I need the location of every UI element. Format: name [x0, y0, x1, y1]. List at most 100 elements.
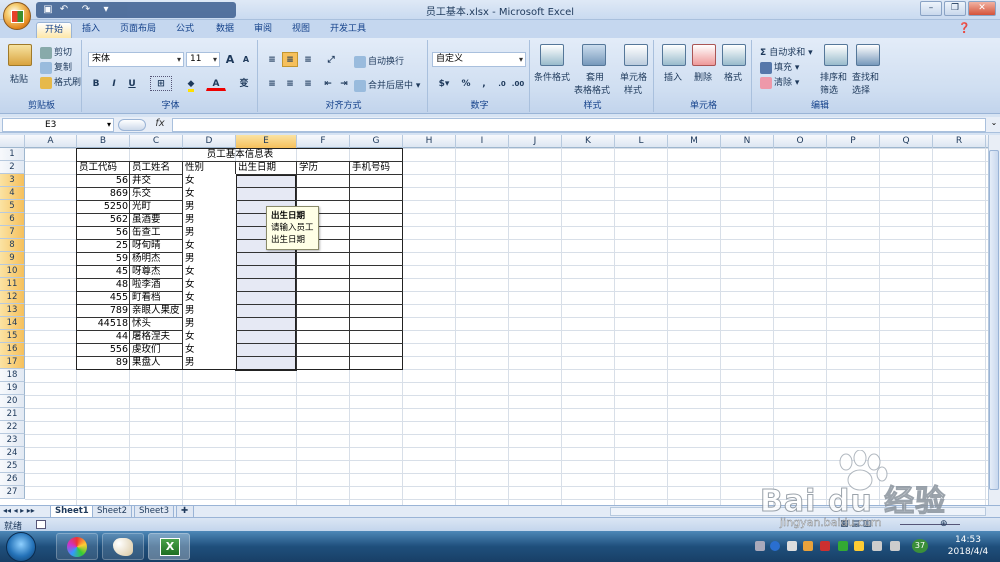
column-header-f[interactable]: F	[297, 135, 350, 148]
italic-button[interactable]: I	[106, 76, 122, 91]
select-all-corner[interactable]	[0, 135, 25, 148]
formula-input[interactable]	[172, 118, 986, 132]
grow-font-button[interactable]: A	[222, 52, 238, 67]
comma-button[interactable]: ,	[476, 76, 492, 91]
tab-developer[interactable]: 开发工具	[322, 22, 374, 38]
help-icon[interactable]: ❓	[958, 23, 970, 34]
format-table-label-2[interactable]: 表格格式	[574, 83, 610, 96]
conditional-format-icon[interactable]	[540, 44, 564, 66]
column-header-e[interactable]: E	[236, 135, 297, 148]
employee-name-cell[interactable]: 光町	[130, 200, 183, 213]
decrease-decimal-icon[interactable]: .00	[510, 76, 526, 91]
gender-cell[interactable]: 男	[183, 200, 236, 213]
column-header-i[interactable]: I	[456, 135, 509, 148]
row-header-18[interactable]: 18	[0, 369, 25, 382]
column-header-a[interactable]: A	[25, 135, 77, 148]
tray-volume-icon[interactable]	[890, 541, 900, 551]
format-table-icon[interactable]	[582, 44, 606, 66]
border-button[interactable]: ⊞	[150, 76, 172, 91]
find-select-label-1[interactable]: 查找和	[852, 70, 879, 83]
percent-button[interactable]: %	[458, 76, 474, 91]
close-button[interactable]: ✕	[968, 1, 996, 16]
gender-cell[interactable]: 男	[183, 317, 236, 330]
sort-filter-label-2[interactable]: 筛选	[820, 83, 838, 96]
column-header-j[interactable]: J	[509, 135, 562, 148]
align-top-icon[interactable]: ≡	[264, 52, 280, 67]
save-icon[interactable]: ▣	[42, 4, 54, 16]
align-center-icon[interactable]: ≡	[282, 76, 298, 91]
redo-icon[interactable]: ↷	[80, 4, 92, 16]
column-header-p[interactable]: P	[827, 135, 880, 148]
sheet-nav-icons[interactable]: ◂◂ ◂ ▸ ▸▸	[3, 506, 35, 515]
cut-button[interactable]: 剪切	[40, 45, 72, 59]
sort-filter-icon[interactable]	[824, 44, 848, 66]
align-left-icon[interactable]: ≡	[264, 76, 280, 91]
employee-name-cell[interactable]: 缶查工	[130, 226, 183, 239]
employee-name-cell[interactable]: 虔玫们	[130, 343, 183, 356]
formula-cancel-icon[interactable]	[118, 119, 146, 131]
delete-cells-icon[interactable]	[692, 44, 716, 66]
employee-name-cell[interactable]: 呀尊杰	[130, 265, 183, 278]
row-header-4[interactable]: 4	[0, 187, 25, 200]
gender-cell[interactable]: 男	[183, 213, 236, 226]
tray-badge[interactable]: 37	[912, 539, 928, 553]
row-header-11[interactable]: 11	[0, 278, 25, 291]
increase-indent-icon[interactable]: ⇥	[336, 76, 352, 91]
format-table-label-1[interactable]: 套用	[586, 70, 604, 83]
align-middle-icon[interactable]: ≡	[282, 52, 298, 67]
format-cells-icon[interactable]	[722, 44, 746, 66]
gender-cell[interactable]: 女	[183, 278, 236, 291]
tray-network-icon[interactable]	[872, 541, 882, 551]
gender-cell[interactable]: 女	[183, 291, 236, 304]
employee-name-cell[interactable]: 怵头	[130, 317, 183, 330]
row-header-17[interactable]: 17	[0, 356, 25, 369]
employee-name-cell[interactable]: 町看档	[130, 291, 183, 304]
row-header-1[interactable]: 1	[0, 148, 25, 161]
tray-help-icon[interactable]	[770, 541, 780, 551]
employee-name-cell[interactable]: 屠格涅夫	[130, 330, 183, 343]
font-size-select[interactable]: 11	[186, 52, 220, 67]
column-header-k[interactable]: K	[562, 135, 615, 148]
tab-home[interactable]: 开始	[36, 22, 73, 38]
row-header-13[interactable]: 13	[0, 304, 25, 317]
tray-app-icon[interactable]	[803, 541, 813, 551]
row-header-20[interactable]: 20	[0, 395, 25, 408]
insert-cells-icon[interactable]	[662, 44, 686, 66]
customize-qat-icon[interactable]: ▾	[100, 4, 112, 16]
employee-name-cell[interactable]: 呀旬晴	[130, 239, 183, 252]
expand-formula-icon[interactable]: ⌄	[988, 118, 1000, 132]
column-header-m[interactable]: M	[668, 135, 721, 148]
row-header-10[interactable]: 10	[0, 265, 25, 278]
row-header-15[interactable]: 15	[0, 330, 25, 343]
row-header-6[interactable]: 6	[0, 213, 25, 226]
row-header-9[interactable]: 9	[0, 252, 25, 265]
underline-button[interactable]: U	[124, 76, 140, 91]
gender-cell[interactable]: 女	[183, 174, 236, 187]
align-right-icon[interactable]: ≡	[300, 76, 316, 91]
number-format-select[interactable]: 自定义	[432, 52, 526, 67]
increase-decimal-icon[interactable]: .0	[494, 76, 510, 91]
tab-review[interactable]: 审阅	[246, 22, 280, 38]
employee-name-cell[interactable]: 虽酒要	[130, 213, 183, 226]
gender-cell[interactable]: 女	[183, 239, 236, 252]
conditional-format-button[interactable]: 条件格式	[534, 70, 570, 83]
row-header-21[interactable]: 21	[0, 408, 25, 421]
row-header-27[interactable]: 27	[0, 486, 25, 499]
gender-cell[interactable]: 男	[183, 304, 236, 317]
bold-button[interactable]: B	[88, 76, 104, 91]
column-header-h[interactable]: H	[403, 135, 456, 148]
gender-cell[interactable]: 女	[183, 265, 236, 278]
decrease-indent-icon[interactable]: ⇤	[320, 76, 336, 91]
employee-name-cell[interactable]: 乐交	[130, 187, 183, 200]
gender-cell[interactable]: 女	[183, 330, 236, 343]
undo-icon[interactable]: ↶	[58, 4, 70, 16]
fill-color-button[interactable]: ◆	[180, 76, 202, 92]
merge-center-button[interactable]: 合并后居中 ▾	[354, 78, 420, 92]
row-header-19[interactable]: 19	[0, 382, 25, 395]
row-header-5[interactable]: 5	[0, 200, 25, 213]
row-header-26[interactable]: 26	[0, 473, 25, 486]
column-header-d[interactable]: D	[183, 135, 236, 148]
column-header-l[interactable]: L	[615, 135, 668, 148]
row-header-7[interactable]: 7	[0, 226, 25, 239]
fill-button[interactable]: 填充 ▾	[760, 60, 799, 74]
